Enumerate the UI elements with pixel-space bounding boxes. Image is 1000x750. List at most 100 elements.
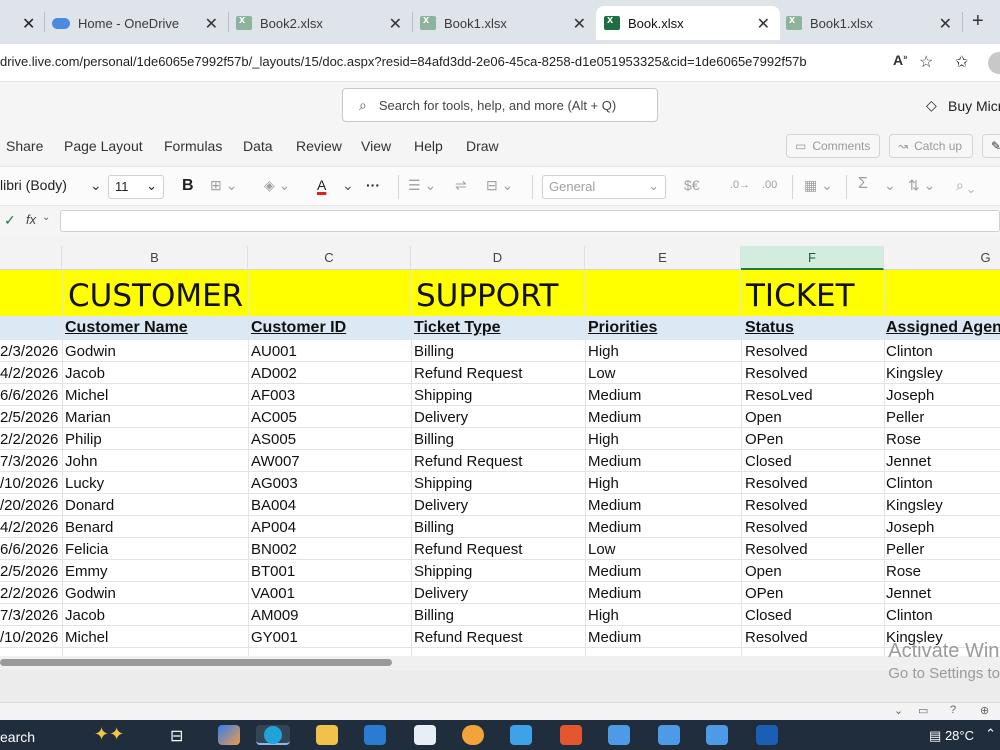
decrease-decimal-icon[interactable]: .00 (762, 179, 777, 191)
status-cell[interactable]: ResoLved (745, 387, 813, 404)
priority-cell[interactable]: Medium (588, 519, 641, 536)
status-cell[interactable]: Resolved (745, 497, 808, 514)
customer-id-cell[interactable]: AG003 (251, 475, 298, 492)
chevron-down-icon[interactable]: ⌄ (42, 212, 50, 223)
status-cell[interactable]: Resolved (745, 541, 808, 558)
chevron-down-icon[interactable]: ⌄ (342, 177, 354, 194)
customer-name-cell[interactable]: John (65, 453, 98, 470)
zoom-icon[interactable]: ⊕ (980, 704, 989, 717)
priority-cell[interactable]: Low (588, 541, 616, 558)
status-cell[interactable]: Resolved (745, 365, 808, 382)
ticket-type-cell[interactable]: Delivery (414, 497, 468, 514)
priority-cell[interactable]: Medium (588, 563, 641, 580)
more-options-button[interactable]: ··· (366, 177, 380, 193)
tab-data[interactable]: Data (243, 138, 273, 154)
priority-cell[interactable]: Medium (588, 409, 641, 426)
header-cell[interactable]: Status (745, 319, 794, 337)
agent-cell[interactable]: Kingsley (886, 497, 943, 514)
date-cell[interactable]: 2/5/2026 (0, 409, 58, 426)
customer-name-cell[interactable]: Emmy (65, 563, 108, 580)
agent-cell[interactable]: Clinton (886, 343, 933, 360)
customer-id-cell[interactable]: AC005 (251, 409, 297, 426)
date-cell[interactable]: 7/3/2026 (0, 607, 58, 624)
status-cell[interactable]: Resolved (745, 343, 808, 360)
tab-draw[interactable]: Draw (466, 138, 499, 154)
store-icon[interactable] (414, 725, 436, 745)
date-cell[interactable]: 2/3/2026 (0, 343, 58, 360)
date-cell[interactable]: 6/6/2026 (0, 541, 58, 558)
search-box[interactable]: ⌕ Search for tools, help, and more (Alt … (342, 88, 658, 122)
ticket-type-cell[interactable]: Billing (414, 343, 454, 360)
ticket-type-cell[interactable]: Refund Request (414, 365, 522, 382)
tab-formulas[interactable]: Formulas (164, 138, 222, 154)
agent-cell[interactable]: Jennet (886, 585, 931, 602)
column-header-g[interactable]: G (884, 246, 1000, 270)
date-cell[interactable]: /10/2026 (0, 629, 58, 646)
file-explorer-icon[interactable] (316, 725, 338, 745)
chevron-down-icon[interactable]: ⌄ (884, 177, 896, 194)
tab-view[interactable]: View (361, 138, 391, 154)
tab-onedrive[interactable]: Home - OneDrive ✕ (52, 6, 228, 40)
task-view-icon[interactable]: ⊟ (170, 726, 183, 746)
ticket-type-cell[interactable]: Shipping (414, 387, 472, 404)
priority-cell[interactable]: Medium (588, 453, 641, 470)
trello-icon[interactable] (756, 725, 778, 745)
header-cell[interactable]: Ticket Type (414, 319, 501, 337)
ticket-type-cell[interactable]: Refund Request (414, 453, 522, 470)
taskbar-search[interactable]: earch (0, 729, 35, 745)
weather-icon[interactable]: ▤ (929, 728, 941, 743)
customer-id-cell[interactable]: VA001 (251, 585, 295, 602)
priority-cell[interactable]: Low (588, 365, 616, 382)
ticket-type-cell[interactable]: Refund Request (414, 541, 522, 558)
date-cell[interactable]: 4/2/2026 (0, 519, 58, 536)
close-tab-icon[interactable]: ✕ (939, 14, 952, 34)
header-cell[interactable]: Priorities (588, 319, 657, 337)
customer-id-cell[interactable]: AF003 (251, 387, 295, 404)
agent-cell[interactable]: Clinton (886, 475, 933, 492)
priority-cell[interactable]: Medium (588, 585, 641, 602)
status-cell[interactable]: Resolved (745, 629, 808, 646)
app-icon[interactable] (706, 725, 728, 745)
chevron-up-icon[interactable]: ⌃ (985, 726, 996, 742)
align-icon[interactable]: ☰ ⌄ (408, 177, 436, 194)
find-icon[interactable]: ⌕ ⌄ (956, 177, 974, 194)
date-cell[interactable]: 2/5/2026 (0, 563, 58, 580)
copilot-icon[interactable] (218, 725, 240, 745)
bold-button[interactable]: B (182, 177, 194, 195)
scrollbar-thumb[interactable] (0, 659, 392, 666)
ticket-type-cell[interactable]: Delivery (414, 409, 468, 426)
date-cell[interactable]: 2/2/2026 (0, 431, 58, 448)
tab-book-active[interactable]: Book.xlsx ✕ (596, 6, 780, 40)
view-normal-icon[interactable]: ▭ (918, 704, 928, 717)
ticket-type-cell[interactable]: Shipping (414, 475, 472, 492)
customer-name-cell[interactable]: Jacob (65, 607, 105, 624)
close-tab-icon[interactable]: ✕ (205, 14, 218, 34)
tab-page-layout[interactable]: Page Layout (64, 138, 143, 154)
borders-icon[interactable]: ⊞ ⌄ (210, 177, 237, 194)
customer-name-cell[interactable]: Marian (65, 409, 111, 426)
edge-icon[interactable] (256, 725, 290, 745)
sort-filter-icon[interactable]: ⇅ ⌄ (908, 177, 935, 194)
customer-name-cell[interactable]: Lucky (65, 475, 104, 492)
priority-cell[interactable]: Medium (588, 387, 641, 404)
date-cell[interactable]: /20/2026 (0, 497, 58, 514)
sparkle-icon[interactable]: ✦✦ (94, 724, 124, 745)
status-cell[interactable]: Closed (745, 607, 792, 624)
favorite-star-icon[interactable]: ☆ (919, 52, 933, 72)
agent-cell[interactable]: Joseph (886, 387, 934, 404)
priority-cell[interactable]: High (588, 475, 619, 492)
column-header-b[interactable]: B (62, 246, 248, 270)
outlook-icon[interactable] (364, 725, 386, 745)
ticket-type-cell[interactable]: Billing (414, 607, 454, 624)
fill-color-icon[interactable]: ◈ ⌄ (264, 177, 290, 194)
photos-icon[interactable] (462, 725, 484, 745)
catch-up-button[interactable]: ↝ Catch up (889, 134, 973, 158)
new-tab-icon[interactable]: + (972, 10, 984, 33)
chevron-down-icon[interactable]: ⌄ (90, 177, 102, 194)
merge-icon[interactable]: ⊟ ⌄ (486, 177, 513, 194)
app-icon[interactable] (658, 725, 680, 745)
customer-id-cell[interactable]: BN002 (251, 541, 297, 558)
edit-mode-button[interactable]: ✎ (982, 134, 1000, 158)
currency-button[interactable]: $€ (684, 177, 700, 193)
chevron-down-icon[interactable]: ⌄ (894, 704, 903, 717)
